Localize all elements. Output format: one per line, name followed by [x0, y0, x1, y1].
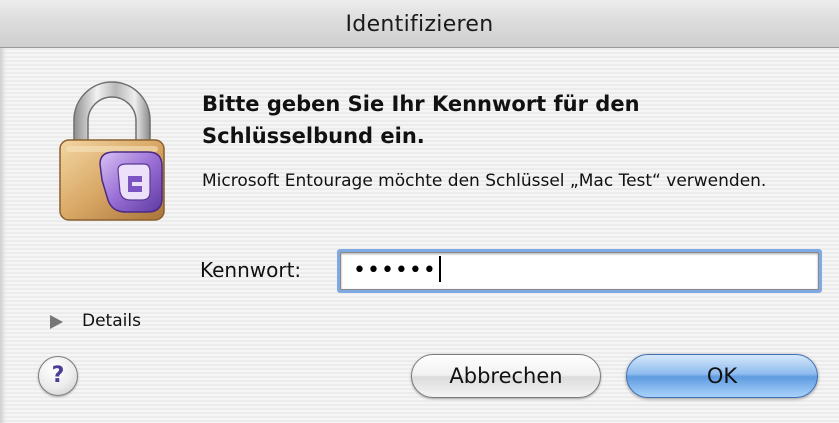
password-masked-value: ••••••: [353, 256, 441, 285]
dialog-heading: Bitte geben Sie Ihr Kennwort für den Sch…: [202, 92, 640, 148]
keychain-dialog: Identifizieren Bitte geben Sie Ihr Kennw…: [0, 0, 839, 423]
details-label: Details: [82, 311, 141, 331]
keychain-lock-entourage-icon: [52, 76, 172, 226]
cancel-button[interactable]: Abbrechen: [411, 354, 601, 398]
disclosure-triangle-right-icon[interactable]: [50, 315, 63, 329]
password-field[interactable]: ••••••: [340, 252, 819, 290]
window-title: Identifizieren: [345, 12, 494, 37]
dialog-message: Microsoft Entourage möchte den Schlüssel…: [202, 171, 767, 191]
help-button[interactable]: ?: [38, 356, 78, 396]
text-caret: [438, 256, 441, 282]
title-bar[interactable]: Identifizieren: [0, 0, 839, 48]
ok-button[interactable]: OK: [626, 354, 818, 398]
password-label: Kennwort:: [200, 258, 302, 282]
window-edge-shadow: [0, 48, 6, 423]
